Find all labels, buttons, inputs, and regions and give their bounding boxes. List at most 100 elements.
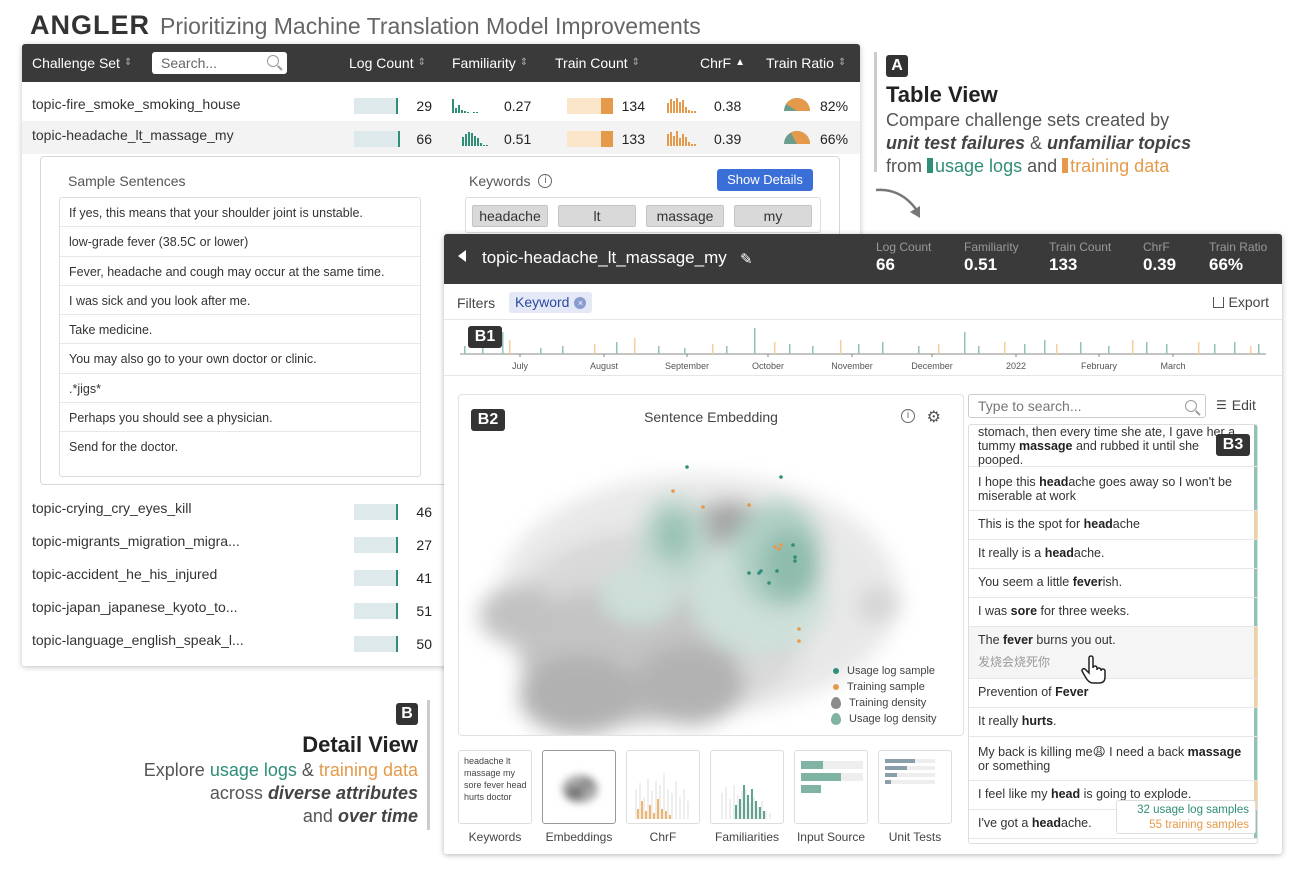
timeline-chart[interactable]: July August September October November Decemb…: [444, 320, 1282, 376]
keyword-chip[interactable]: headache: [472, 205, 548, 227]
list-item[interactable]: It really hurts.: [969, 708, 1257, 737]
annotation-line: and over time: [303, 806, 418, 827]
sample-sentence: Send for the doctor.: [69, 440, 179, 455]
annotation-line: from usage logs and training data: [886, 156, 1169, 177]
challenge-set-name: topic-headache_lt_massage_my: [32, 127, 234, 143]
column-log-count[interactable]: Log Count ⇕: [349, 55, 426, 71]
list-item[interactable]: I hope this headache goes away so I won'…: [969, 467, 1257, 511]
column-train-count[interactable]: Train Count ⇕: [555, 55, 640, 71]
list-item[interactable]: I was sore for three weeks.: [969, 598, 1257, 627]
list-item[interactable]: stomach, then every time she ate, I gave…: [969, 425, 1257, 467]
edit-button[interactable]: ☰ Edit: [1216, 397, 1256, 413]
chrf-bg-bar: [635, 789, 637, 819]
timeline-sample-mark: [684, 348, 686, 354]
annotation-training-text: training data: [1070, 156, 1170, 176]
embedding-legend: Usage log sample Training sample Trainin…: [831, 663, 936, 727]
list-item[interactable]: My back is killing me😩 I need a back mas…: [969, 737, 1257, 781]
badge-b1: B1: [468, 326, 502, 348]
timeline-sample-mark: [1198, 342, 1200, 354]
legend-item: Training density: [831, 695, 936, 711]
thumbnail-familiarities[interactable]: [710, 750, 784, 824]
annotation-text: Explore: [143, 760, 210, 780]
sentence-list[interactable]: stomach, then every time she ate, I gave…: [968, 424, 1258, 844]
sort-icon: ⇕: [417, 57, 426, 68]
list-item-hovered[interactable]: The fever burns you out. 发烧会烧死你: [969, 627, 1257, 679]
timeline-month-label: 2022: [1006, 361, 1026, 371]
info-icon[interactable]: i: [901, 409, 915, 423]
timeline-sample-mark: [1024, 344, 1026, 354]
training-dot-icon: [833, 684, 839, 690]
thumbnail-input-source[interactable]: [794, 750, 868, 824]
back-arrow-icon[interactable]: [458, 250, 466, 262]
timeline-month-label: July: [512, 361, 529, 371]
timeline-sample-mark: [978, 346, 980, 354]
usage-log-sample-point: [759, 569, 763, 573]
sentence-search-input[interactable]: [978, 398, 1168, 414]
show-details-button[interactable]: Show Details: [717, 169, 813, 191]
thumbnail-chrf[interactable]: [626, 750, 700, 824]
column-train-ratio[interactable]: Train Ratio ⇕: [766, 55, 846, 71]
table-row-expanded[interactable]: topic-headache_lt_massage_my 66 0.51 133…: [22, 121, 860, 154]
stat-label: Train Ratio: [1209, 240, 1268, 254]
thumbnail-label: Keywords: [468, 830, 522, 844]
timeline-sample-mark: [1258, 344, 1260, 354]
table-search-box[interactable]: [152, 52, 287, 74]
thumbnail-unit-tests[interactable]: [878, 750, 952, 824]
pencil-icon[interactable]: ✎: [740, 250, 753, 268]
chrf-bar: [645, 811, 647, 819]
sort-icon: ⇕: [519, 57, 529, 68]
translation-text: 发烧会烧死你: [978, 655, 1051, 669]
familiarity-bar: [763, 811, 765, 819]
stat-train-count: Train Count 133: [1049, 240, 1111, 275]
column-challenge-set[interactable]: Challenge Set ⇕: [32, 55, 132, 71]
list-item[interactable]: It really is a headache.: [969, 540, 1257, 569]
timeline[interactable]: July August September October November Decemb…: [444, 320, 1282, 376]
annotation-emphasis: unfamiliar topics: [1047, 133, 1192, 153]
chrf-bg-bar: [655, 781, 657, 819]
filters-label: Filters: [457, 295, 496, 311]
table-row[interactable]: topic-fire_smoke_smoking_house 29 0.27 1…: [22, 88, 860, 121]
filter-chip-label: Keyword: [515, 294, 570, 310]
train-ratio-pie: [783, 97, 811, 111]
list-item[interactable]: Prevention of Fever: [969, 679, 1257, 708]
unit-tests-thumbnail-chart: [885, 759, 935, 784]
challenge-set-name: topic-japan_japanese_kyoto_to...: [32, 599, 238, 615]
info-icon[interactable]: i: [538, 174, 553, 188]
annotation-line: Compare challenge sets created by: [886, 110, 1170, 130]
timeline-sample-mark: [616, 342, 618, 354]
thumbnail-embeddings[interactable]: [542, 750, 616, 824]
timeline-sample-mark: [1250, 346, 1252, 354]
timeline-month-label: December: [911, 361, 953, 371]
log-count-value: 29: [416, 98, 432, 114]
list-item[interactable]: This is the spot for headache: [969, 511, 1257, 540]
export-icon: [1212, 296, 1224, 308]
list-item[interactable]: You seem a little feverish.: [969, 569, 1257, 598]
column-chrf[interactable]: ChrF ▲: [700, 55, 745, 71]
embedding-panel[interactable]: B2 Sentence Embedding i ⚙ Usage log samp…: [458, 394, 964, 736]
familiarity-bar: [751, 789, 753, 819]
export-button[interactable]: Export: [1212, 294, 1269, 310]
keyword-chip[interactable]: lt: [558, 205, 636, 227]
column-familiarity[interactable]: Familiarity ⇕: [452, 55, 528, 71]
keyword-chip[interactable]: massage: [646, 205, 724, 227]
keyword-chip[interactable]: my: [734, 205, 812, 227]
timeline-sample-mark: [1108, 346, 1110, 354]
table-search-input[interactable]: [161, 55, 261, 71]
sample-sentence: I was sick and you look after me.: [60, 286, 420, 316]
sample-sentence-list: If yes, this means that your shoulder jo…: [59, 197, 421, 477]
log-count-bar: [354, 537, 398, 553]
stat-value: 0.39: [1143, 255, 1177, 274]
close-icon[interactable]: ×: [574, 296, 587, 309]
search-icon: [1185, 400, 1197, 412]
familiarity-bg-bar: [761, 801, 763, 819]
sentence-search-box[interactable]: [968, 394, 1206, 418]
training-sample-point: [797, 627, 801, 631]
thumbnail-keywords[interactable]: headache lt massage my sore fever head h…: [458, 750, 532, 824]
detail-view: topic-headache_lt_massage_my ✎ Log Count…: [444, 234, 1282, 854]
stat-value: 66: [876, 255, 895, 274]
keyword-filter-chip[interactable]: Keyword ×: [509, 292, 593, 313]
challenge-set-name: topic-accident_he_his_injured: [32, 566, 218, 582]
gear-icon[interactable]: ⚙: [927, 407, 941, 427]
challenge-set-name: topic-language_english_speak_l...: [32, 632, 244, 648]
filter-bar: Filters Keyword × Export: [444, 284, 1282, 320]
